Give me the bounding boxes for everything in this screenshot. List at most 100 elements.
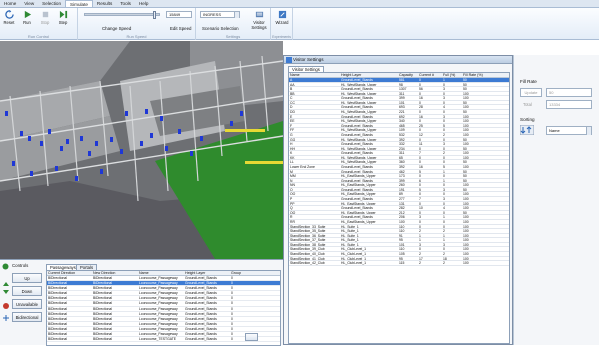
reset-button[interactable]: Reset [2,10,16,25]
unavailable-button[interactable]: Unavailable [12,299,42,309]
table-cell: Lconcourse_Passageway [139,306,178,311]
table-cell: Lconcourse_Passageway [139,321,178,326]
menu-tab-tools[interactable]: Tools [116,0,135,7]
column-header[interactable]: Height Layer [185,271,231,275]
table-cell: NN [290,183,295,187]
scroll-left-button[interactable] [245,333,258,341]
table-cell: 0 [419,224,421,229]
stop-button[interactable]: Stop [38,10,52,25]
menu-tab-view[interactable]: View [20,0,38,7]
run-button[interactable]: Run [20,10,34,25]
column-header[interactable]: Name [139,271,185,275]
table-cell: LL [290,160,294,164]
column-header[interactable]: New Direction [93,271,139,275]
table-cell: P [290,197,293,201]
table-cell: BiDirectional [93,276,113,280]
table-cell: 95 [399,256,403,261]
table-cell: 1307 [399,87,407,92]
column-header[interactable]: Group [231,271,271,275]
table-cell: HH [290,146,295,151]
table-cell: 1 [443,169,445,174]
table-cell: 0 [443,183,445,188]
table-cell: StandSection_39_Club [290,247,325,251]
fill-rate-value-field[interactable]: 50 [546,88,592,97]
up-button[interactable]: Up [12,273,42,283]
scenario-select[interactable]: INGRESS [200,11,240,18]
down-button[interactable]: Down [12,286,42,296]
table-cell: 0 [231,281,233,286]
menu-tab-results[interactable]: Results [93,0,116,7]
column-header[interactable]: Fill Rate (%) [463,73,493,77]
run-speed-group-label: Run Speed [126,34,147,39]
table-cell: BiDirectional [48,296,68,301]
table-cell: HL_Suite_1 [341,233,359,238]
table-cell: 0 [231,321,233,326]
table-cell: StandSection_35_Suite [290,229,326,233]
menu-tab-help[interactable]: Help [135,0,152,7]
visitor-settings-title: Visitor Settings [293,57,324,62]
experiments-group: Wizard Experiments [271,8,293,40]
table-cell: BiDirectional [48,276,68,280]
bidirectional-button[interactable]: Bidirectional [12,312,42,322]
menu-tab-home[interactable]: Home [0,0,20,7]
table-cell: 206 [399,215,405,220]
table-cell: RR [290,219,295,224]
table-cell: Lconcourse_Passageway [139,316,178,321]
menu-tab-simulate[interactable]: Simulate [65,0,93,7]
table-cell: GroundLevel_Stands [341,178,373,183]
column-header[interactable]: Current Direction [47,271,93,275]
table-cell: CC [290,100,295,105]
run-speed-group: 15849 Change Speed Edit Speed Run Speed [78,8,196,40]
table-cell: 7 [419,151,421,156]
table-cell: N [290,178,293,183]
table-cell: 3 [419,215,421,220]
table-cell: 0 [443,192,445,197]
update-button[interactable]: Update [520,88,542,97]
column-header[interactable]: Name [289,73,341,77]
table-cell: 0 [419,119,421,124]
speed-slider[interactable] [84,11,160,19]
column-header[interactable]: Height Layer [341,73,399,77]
sort-select[interactable]: Name [546,126,592,135]
menu-bar: Home View Selection Simulate Results Tools Hel… [0,0,599,8]
edit-speed-button[interactable]: Edit Speed [170,26,191,31]
table-cell: HL_ClubLevel_1 [341,251,367,256]
table-cell: B [290,87,293,91]
table-cell: BiDirectional [48,311,68,316]
table-cell: HL_Suite_1 [341,229,359,233]
table-cell: 0 [443,247,445,252]
table-cell: 0 [419,160,421,165]
table-cell: O [290,187,293,192]
table-cell: 16 [419,96,423,101]
wizard-button[interactable]: Wizard [274,10,290,25]
column-header[interactable]: Full (%) [443,73,463,77]
step-button[interactable]: Step [56,10,70,25]
table-cell: StandSection_41_Club [290,256,325,261]
table-cell: 3 [443,242,445,247]
table-cell: 50 [463,100,467,105]
table-cell: GG [290,137,296,142]
table-cell: GroundLevel_Stands [185,276,217,280]
visitor-settings-button[interactable]: Visitor Settings [249,10,269,30]
speed-field[interactable]: 15849 [166,11,192,18]
table-cell: 50 [463,78,467,82]
table-cell: E [290,114,293,119]
column-header[interactable]: Capacity [399,73,419,77]
speed-slider-thumb[interactable] [153,11,156,19]
table-cell: 0 [443,224,445,229]
table-cell: Lconcourse_TESTGATE [139,337,177,342]
table-cell: BiDirectional [93,321,113,326]
table-cell: 0 [419,91,421,96]
table-cell: 1 [443,215,445,220]
direction-arrows-icon [3,282,9,321]
column-header[interactable]: Current # [419,73,443,77]
table-cell: BiDirectional [93,301,113,306]
simulation-3d-viewport[interactable] [0,41,283,259]
table-cell: 2 [419,261,421,266]
table-cell: 1 [443,178,445,183]
menu-tab-selection[interactable]: Selection [38,0,65,7]
sort-order-icon[interactable] [520,125,534,135]
table-cell: 109 [399,128,405,133]
table-cell: GroundLevel_Stands [341,169,373,174]
table-row[interactable]: StandSection_42_Club HL_ClubLevel_1 115 2 2 1… [289,261,509,266]
